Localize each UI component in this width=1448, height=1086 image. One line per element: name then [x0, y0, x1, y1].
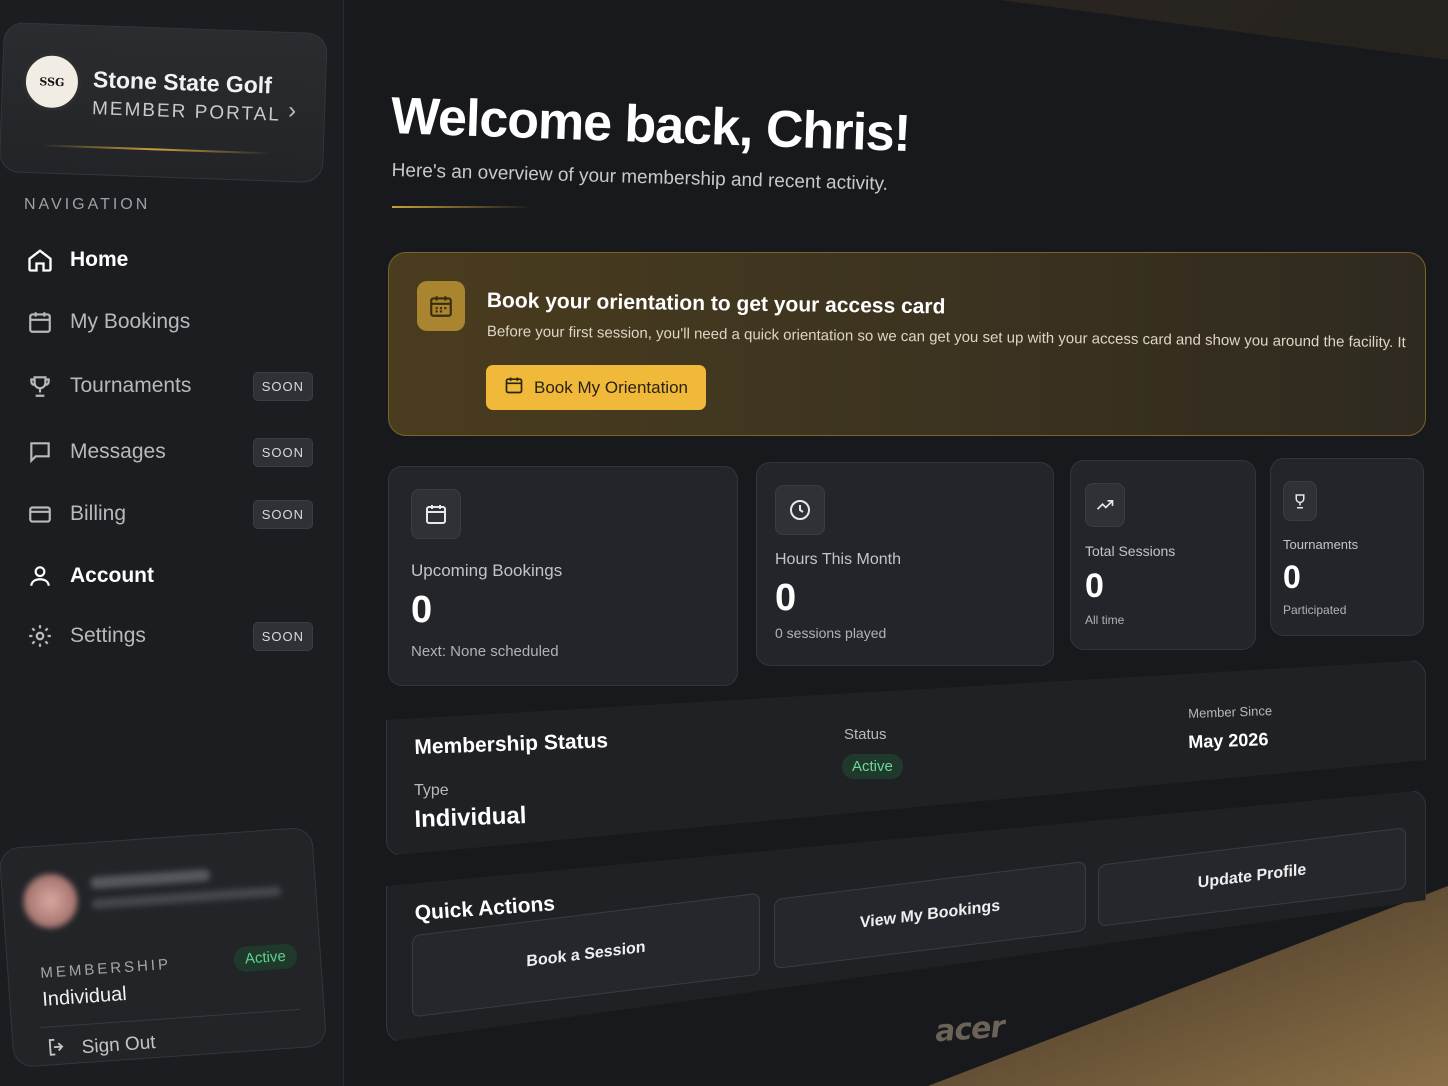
sidebar-item-label: Account	[70, 564, 154, 587]
stat-card-hours-this-month[interactable]: Hours This Month 0 0 sessions played	[756, 462, 1054, 666]
soon-badge: SOON	[252, 622, 313, 651]
member-since-label: Member Since	[1188, 703, 1273, 721]
orientation-text: Before your first session, you'll need a…	[486, 323, 1407, 352]
sidebar-item-billing[interactable]: Billing SOON	[24, 492, 319, 536]
sidebar-item-label: Settings	[70, 624, 146, 647]
brand-card[interactable]: SSG Stone State Golf MEMBER PORTAL ›	[0, 22, 328, 184]
sign-out-icon	[45, 1035, 69, 1064]
brand-name: Stone State Golf	[92, 66, 273, 99]
chevron-right-icon[interactable]: ›	[288, 97, 297, 125]
stat-value: 0	[1085, 567, 1104, 605]
membership-type-value: Individual	[414, 802, 527, 833]
home-icon	[24, 244, 56, 276]
sign-out-button[interactable]: Sign Out	[45, 1029, 157, 1065]
calendar-icon	[504, 375, 524, 400]
sidebar-item-home[interactable]: Home	[24, 238, 319, 282]
member-since-value: May 2026	[1188, 729, 1269, 752]
soon-badge: SOON	[252, 500, 313, 529]
credit-card-icon	[24, 498, 56, 530]
user-card: MEMBERSHIP Individual Active Sign Out	[0, 826, 328, 1068]
calendar-icon	[411, 489, 461, 539]
sidebar: SSG Stone State Golf MEMBER PORTAL › NAV…	[0, 0, 344, 1086]
user-name-blurred	[89, 868, 211, 890]
gear-icon	[24, 620, 56, 652]
soon-badge: SOON	[252, 438, 313, 467]
sidebar-item-account[interactable]: Account	[24, 554, 319, 598]
sidebar-item-settings[interactable]: Settings SOON	[24, 614, 319, 658]
avatar	[21, 872, 80, 930]
stat-card-tournaments[interactable]: Tournaments 0 Participated	[1270, 458, 1424, 636]
view-bookings-label: View My Bookings	[859, 897, 1001, 932]
stat-sub: All time	[1085, 613, 1125, 627]
stat-sub: 0 sessions played	[775, 625, 887, 641]
book-orientation-label: Book My Orientation	[533, 377, 688, 397]
divider	[40, 1008, 300, 1029]
status-badge: Active	[233, 943, 298, 973]
sidebar-item-messages[interactable]: Messages SOON	[24, 430, 319, 474]
title-underline	[392, 206, 532, 208]
main-content: Welcome back, Chris! Here's an overview …	[344, 0, 1448, 1086]
book-orientation-button[interactable]: Book My Orientation	[486, 365, 706, 410]
sidebar-item-label: Messages	[70, 440, 166, 463]
book-session-label: Book a Session	[526, 938, 646, 971]
orientation-title: Book your orientation to get your access…	[486, 289, 946, 319]
membership-type-label: Type	[414, 782, 449, 799]
update-profile-label: Update Profile	[1197, 861, 1307, 892]
stat-label: Hours This Month	[775, 551, 901, 568]
stat-sub: Next: None scheduled	[411, 643, 559, 660]
orientation-banner: Book your orientation to get your access…	[388, 252, 1426, 436]
stat-label: Total Sessions	[1085, 543, 1176, 559]
brand-subtitle: MEMBER PORTAL	[91, 98, 282, 126]
sidebar-item-tournaments[interactable]: Tournaments SOON	[24, 364, 319, 408]
nav-heading: NAVIGATION	[24, 196, 151, 213]
sidebar-item-label: Tournaments	[70, 374, 192, 397]
stat-value: 0	[775, 577, 797, 619]
user-icon	[24, 560, 56, 592]
membership-label: MEMBERSHIP	[39, 955, 172, 982]
stat-card-total-sessions[interactable]: Total Sessions 0 All time	[1070, 460, 1256, 650]
trophy-icon	[24, 370, 56, 402]
page-subtitle: Here's an overview of your membership an…	[391, 160, 889, 195]
sign-out-label: Sign Out	[81, 1032, 157, 1059]
trophy-icon	[1283, 481, 1317, 521]
brand-divider	[40, 144, 271, 155]
sidebar-item-label: Home	[70, 248, 129, 271]
stat-label: Upcoming Bookings	[411, 561, 563, 580]
stat-value: 0	[411, 589, 433, 631]
soon-badge: SOON	[252, 372, 313, 401]
clock-icon	[775, 485, 825, 535]
membership-value: Individual	[41, 982, 128, 1011]
sidebar-item-label: Billing	[70, 502, 127, 525]
calendar-icon	[417, 281, 465, 331]
sidebar-item-label: My Bookings	[70, 310, 191, 333]
club-logo: SSG	[21, 51, 82, 112]
stat-card-upcoming-bookings[interactable]: Upcoming Bookings 0 Next: None scheduled	[388, 466, 738, 686]
user-email-blurred	[91, 885, 282, 910]
trending-up-icon	[1085, 483, 1125, 527]
stat-label: Tournaments	[1283, 537, 1359, 552]
status-badge: Active	[842, 754, 903, 779]
sidebar-item-my-bookings[interactable]: My Bookings	[24, 300, 319, 344]
membership-status-label: Status	[844, 726, 887, 743]
page-title: Welcome back, Chris!	[389, 86, 912, 164]
stat-value: 0	[1283, 559, 1301, 595]
calendar-icon	[24, 306, 56, 338]
stat-sub: Participated	[1283, 603, 1347, 617]
monitor-brand-logo: acer	[933, 1009, 1006, 1050]
message-icon	[24, 436, 56, 468]
